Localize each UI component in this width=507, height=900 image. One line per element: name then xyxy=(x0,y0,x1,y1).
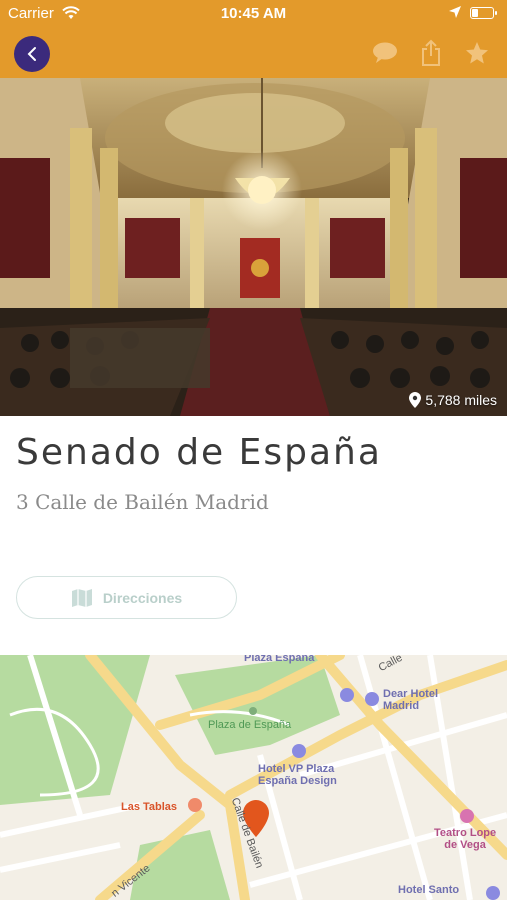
directions-label: Direcciones xyxy=(102,589,183,606)
battery-icon xyxy=(470,7,497,19)
distance-indicator: 5,788 miles xyxy=(409,392,497,408)
map-view[interactable]: Plaza España Calle Dear Hotel Madrid Pla… xyxy=(0,655,507,900)
map-label-teatro: Teatro Lope de Vega xyxy=(434,827,497,851)
back-button[interactable] xyxy=(14,36,50,72)
map-label-plaza-de-espana: Plaza de España xyxy=(208,719,292,731)
comment-button[interactable] xyxy=(370,38,400,68)
status-time: 10:45 AM xyxy=(220,5,287,22)
map-icon xyxy=(71,588,92,607)
map-label-las-tablas: Las Tablas xyxy=(121,801,178,813)
map-label-plaza-espana: Plaza España xyxy=(244,655,315,664)
place-address: 3 Calle de Bailén Madrid xyxy=(16,490,269,514)
star-icon xyxy=(466,42,488,64)
map-pin-icon xyxy=(409,392,422,408)
distance-label: 5,788 miles xyxy=(425,392,497,408)
nav-bar xyxy=(0,28,507,78)
favorite-button[interactable] xyxy=(462,38,492,68)
map-label-hotel-vp: Hotel VP Plaza España Design xyxy=(258,763,337,787)
map-label-dear-hotel: Dear Hotel Madrid xyxy=(383,688,439,712)
directions-button[interactable]: Direcciones xyxy=(16,576,237,619)
location-arrow-icon xyxy=(448,5,462,23)
share-icon xyxy=(422,39,440,66)
status-bar: Carrier 10:45 AM xyxy=(0,0,507,28)
place-photo: 5,788 miles xyxy=(0,78,507,416)
chevron-left-icon xyxy=(27,47,36,61)
comment-icon xyxy=(373,42,397,63)
share-button[interactable] xyxy=(416,38,446,68)
place-title: Senado de España xyxy=(16,432,382,473)
map-label-hotel-santo: Hotel Santo xyxy=(398,884,460,896)
